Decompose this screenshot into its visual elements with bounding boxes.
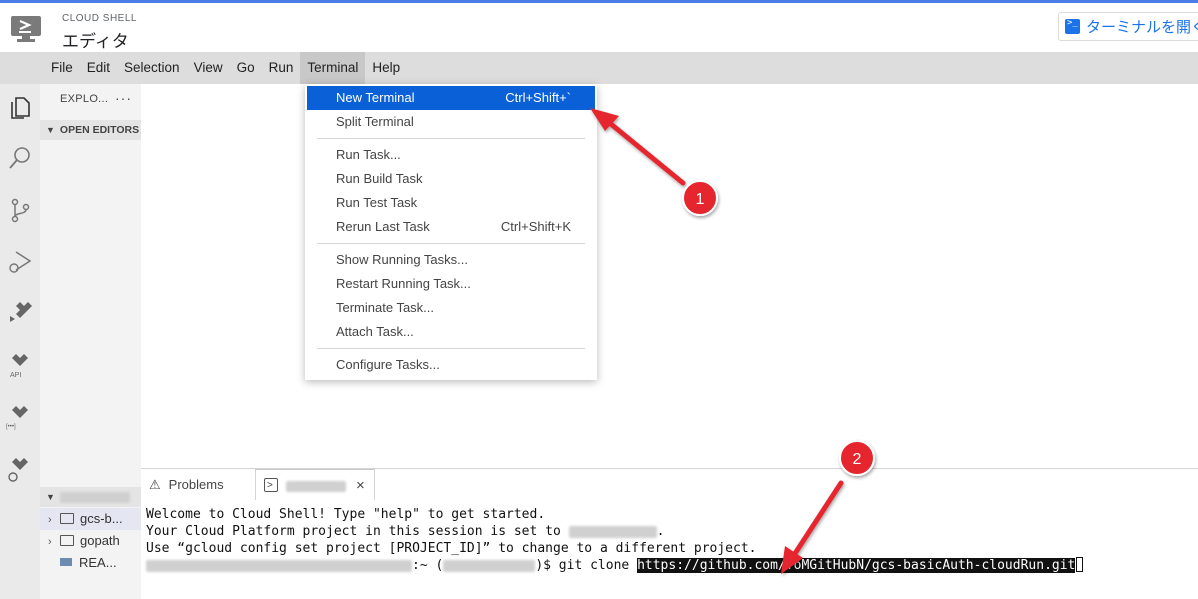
terminal-line: Use “gcloud config set project [PROJECT_… <box>146 541 757 556</box>
menu-item-label: Rerun Last Task <box>336 219 430 234</box>
explorer-icon[interactable] <box>4 92 36 124</box>
menu-item-label: Run Task... <box>336 147 401 162</box>
markdown-file-icon <box>60 558 72 566</box>
tab-problems[interactable]: ⚠ Problems <box>149 469 224 500</box>
selected-clone-url[interactable]: https://github.com/ToMGitHubN/gcs-basicA… <box>637 558 1076 573</box>
cloud-code-icon[interactable]: [•••] <box>4 402 36 434</box>
terminal-icon <box>1065 18 1080 34</box>
user-host-redacted <box>146 559 412 572</box>
menu-item-show-running-tasks[interactable]: Show Running Tasks... <box>307 248 595 272</box>
header: CLOUD SHELL エディタ ターミナルを開く <box>0 3 1198 52</box>
terminal-output[interactable]: Welcome to Cloud Shell! Type "help" to g… <box>146 506 1084 574</box>
menu-item-run-test-task[interactable]: Run Test Task <box>307 191 595 215</box>
more-actions-icon[interactable]: ··· <box>115 90 132 106</box>
open-terminal-label: ターミナルを開く <box>1086 19 1198 36</box>
project-id-redacted <box>568 525 657 538</box>
terminal-menu-dropdown: New Terminal Ctrl+Shift+` Split Terminal… <box>305 84 597 380</box>
source-control-icon[interactable] <box>4 194 36 226</box>
open-terminal-button[interactable]: ターミナルを開く <box>1058 12 1198 41</box>
prompt-separator: :~ ( <box>412 558 444 573</box>
activity-bar: API [•••] <box>0 84 40 599</box>
explorer-title: EXPLO... <box>60 93 109 105</box>
cloud-code-icon[interactable] <box>4 454 36 486</box>
open-editors-section[interactable]: ▼ OPEN EDITORS <box>40 120 141 140</box>
terminal-cursor <box>1076 557 1084 572</box>
tree-item-file[interactable]: REA... <box>40 552 141 574</box>
api-label: API <box>10 372 21 379</box>
menu-item-label: Restart Running Task... <box>336 276 471 291</box>
menu-view[interactable]: View <box>187 52 230 84</box>
tab-terminal[interactable]: × <box>255 469 375 501</box>
folder-icon <box>60 513 74 524</box>
explorer-panel: EXPLO... ··· ▼ OPEN EDITORS ▼ › gcs-b... ›… <box>40 84 141 599</box>
workspace-name-redacted <box>59 491 130 503</box>
terminal-icon <box>264 470 278 501</box>
menu-separator <box>317 138 585 139</box>
terminal-line: Welcome to Cloud Shell! Type "help" to g… <box>146 507 546 522</box>
menu-item-label: Attach Task... <box>336 324 414 339</box>
menu-item-configure-tasks[interactable]: Configure Tasks... <box>307 353 595 377</box>
terminal-tab-name-redacted <box>286 481 346 493</box>
menu-item-label: Run Test Task <box>336 195 418 210</box>
bottom-panel: ⚠ Problems × Welcome to Cloud Shell! Type… <box>141 468 1198 599</box>
folder-icon <box>60 535 74 546</box>
chevron-down-icon: ▼ <box>46 125 55 135</box>
menu-terminal[interactable]: Terminal <box>300 52 366 84</box>
menu-item-new-terminal[interactable]: New Terminal Ctrl+Shift+` <box>307 86 595 110</box>
chevron-right-icon: › <box>48 514 52 526</box>
menu-file[interactable]: File <box>44 52 80 84</box>
terminal-command: git clone <box>558 558 638 573</box>
editor-area[interactable] <box>141 84 1198 468</box>
bracket-label: [•••] <box>6 424 16 430</box>
search-icon[interactable] <box>4 142 36 174</box>
menu-selection[interactable]: Selection <box>117 52 187 84</box>
menu-item-run-build-task[interactable]: Run Build Task <box>307 167 595 191</box>
workspace-section[interactable]: ▼ <box>40 487 141 507</box>
cloud-code-icon[interactable] <box>4 298 36 330</box>
menu-separator <box>317 243 585 244</box>
menu-item-attach-task[interactable]: Attach Task... <box>307 320 595 344</box>
terminal-text: . <box>656 524 665 539</box>
terminal-line: Your Cloud Platform project in this sess… <box>146 524 569 539</box>
menu-item-label: Split Terminal <box>336 114 414 129</box>
menu-item-label: New Terminal <box>336 90 415 105</box>
menu-run[interactable]: Run <box>262 52 301 84</box>
brand-small-label: CLOUD SHELL <box>62 13 137 24</box>
chevron-right-icon: › <box>48 536 52 548</box>
tree-item-label: gcs-b... <box>80 511 123 526</box>
tree-item-label: REA... <box>79 555 117 570</box>
menu-item-terminate-task[interactable]: Terminate Task... <box>307 296 595 320</box>
cloud-shell-logo-icon <box>11 16 41 42</box>
prompt-project-redacted <box>443 559 536 572</box>
menu-separator <box>317 348 585 349</box>
menu-item-shortcut: Ctrl+Shift+K <box>500 219 571 234</box>
menu-go[interactable]: Go <box>230 52 262 84</box>
menubar: File Edit Selection View Go Run Terminal… <box>0 52 1198 84</box>
tab-problems-label: Problems <box>168 477 224 492</box>
menu-edit[interactable]: Edit <box>80 52 117 84</box>
menu-item-shortcut: Ctrl+Shift+` <box>505 90 571 105</box>
menu-item-label: Terminate Task... <box>336 300 435 315</box>
menu-item-rerun-last-task[interactable]: Rerun Last Task Ctrl+Shift+K <box>307 215 595 239</box>
menu-item-label: Configure Tasks... <box>336 357 440 372</box>
run-debug-icon[interactable] <box>4 246 36 278</box>
chevron-down-icon: ▼ <box>46 492 55 502</box>
prompt-end: )$ <box>535 558 559 573</box>
tree-item-label: gopath <box>80 533 120 548</box>
menu-help[interactable]: Help <box>365 52 407 84</box>
tree-item-folder[interactable]: › gcs-b... <box>40 508 141 530</box>
warning-icon: ⚠ <box>149 477 161 492</box>
menu-item-label: Run Build Task <box>336 171 423 186</box>
menu-item-split-terminal[interactable]: Split Terminal <box>307 110 595 134</box>
menu-item-run-task[interactable]: Run Task... <box>307 143 595 167</box>
close-icon[interactable]: × <box>356 470 365 501</box>
menu-item-label: Show Running Tasks... <box>336 252 468 267</box>
tree-item-folder[interactable]: › gopath <box>40 530 141 552</box>
brand-title: エディタ <box>62 32 129 51</box>
open-editors-label: OPEN EDITORS <box>59 124 140 136</box>
cloud-api-icon[interactable]: API <box>4 350 36 382</box>
menu-item-restart-running-task[interactable]: Restart Running Task... <box>307 272 595 296</box>
